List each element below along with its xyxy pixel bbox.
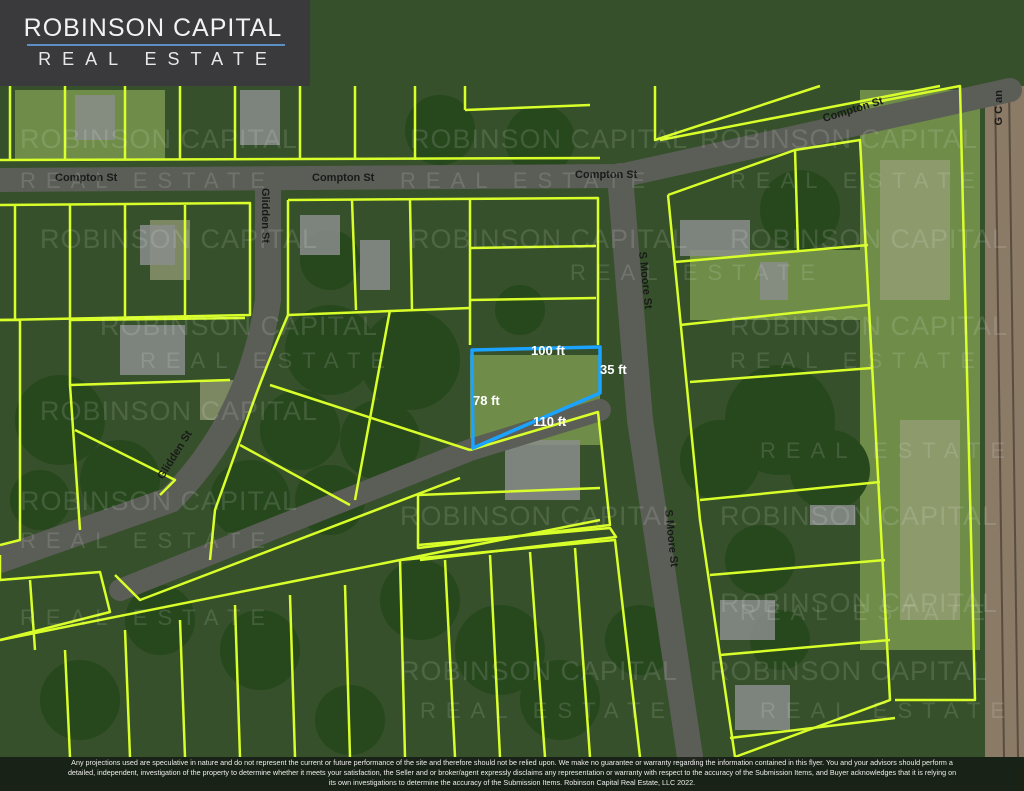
watermark-line2: REAL ESTATE (20, 528, 275, 553)
watermark-line1: ROBINSON CAPITAL (100, 311, 378, 341)
watermark-line1: ROBINSON CAPITAL (730, 311, 1008, 341)
watermark-line2: REAL ESTATE (730, 348, 985, 373)
disclaimer-line: its own investigations to determine the … (328, 778, 696, 787)
watermark-line2: REAL ESTATE (760, 698, 1015, 723)
street-label-rail: G C an (993, 90, 1005, 126)
watermark-line1: ROBINSON CAPITAL (410, 224, 688, 254)
watermark-line2: REAL ESTATE (400, 168, 655, 193)
watermark-line2: REAL ESTATE (760, 438, 1015, 463)
watermark-line1: ROBINSON CAPITAL (710, 656, 988, 686)
watermark-line1: ROBINSON CAPITAL (400, 501, 678, 531)
logo-divider (27, 44, 285, 46)
watermark-line1: ROBINSON CAPITAL (20, 486, 298, 516)
lot-dimension-left: 78 ft (473, 393, 500, 408)
street-label-compton-mid: Compton St (312, 172, 375, 184)
disclaimer-footer: Any projections used are speculative in … (0, 757, 1024, 791)
watermark-line1: ROBINSON CAPITAL (20, 124, 298, 154)
aerial-parcel-map: Compton St Compton St Compton St Compton… (0, 0, 1024, 791)
disclaimer-line: Any projections used are speculative in … (71, 758, 953, 767)
watermark-line1: ROBINSON CAPITAL (400, 656, 678, 686)
watermark-line1: ROBINSON CAPITAL (40, 224, 318, 254)
watermark-line2: REAL ESTATE (420, 698, 675, 723)
logo-company-name: ROBINSON CAPITAL (23, 14, 283, 42)
watermark-line2: REAL ESTATE (740, 600, 995, 625)
watermark-line1: ROBINSON CAPITAL (40, 396, 318, 426)
lot-dimension-bottom: 110 ft (533, 414, 567, 429)
lot-dimension-right: 35 ft (600, 362, 627, 377)
logo-tagline: REAL ESTATE (38, 49, 278, 69)
watermark-line2: REAL ESTATE (20, 605, 275, 630)
watermark-line2: REAL ESTATE (140, 348, 395, 373)
watermark-line2: REAL ESTATE (20, 168, 275, 193)
watermark-line2: REAL ESTATE (730, 168, 985, 193)
watermark-line1: ROBINSON CAPITAL (700, 124, 978, 154)
watermark-line1: ROBINSON CAPITAL (730, 224, 1008, 254)
lot-dimension-top: 100 ft (531, 343, 566, 358)
watermark-line2: REAL ESTATE (570, 260, 825, 285)
watermark-line1: ROBINSON CAPITAL (720, 501, 998, 531)
disclaimer-line: detailed, independent, investigation of … (67, 768, 957, 777)
company-logo: ROBINSON CAPITAL REAL ESTATE (0, 0, 310, 86)
watermark-line1: ROBINSON CAPITAL (410, 124, 688, 154)
rail-corridor (985, 86, 1024, 757)
